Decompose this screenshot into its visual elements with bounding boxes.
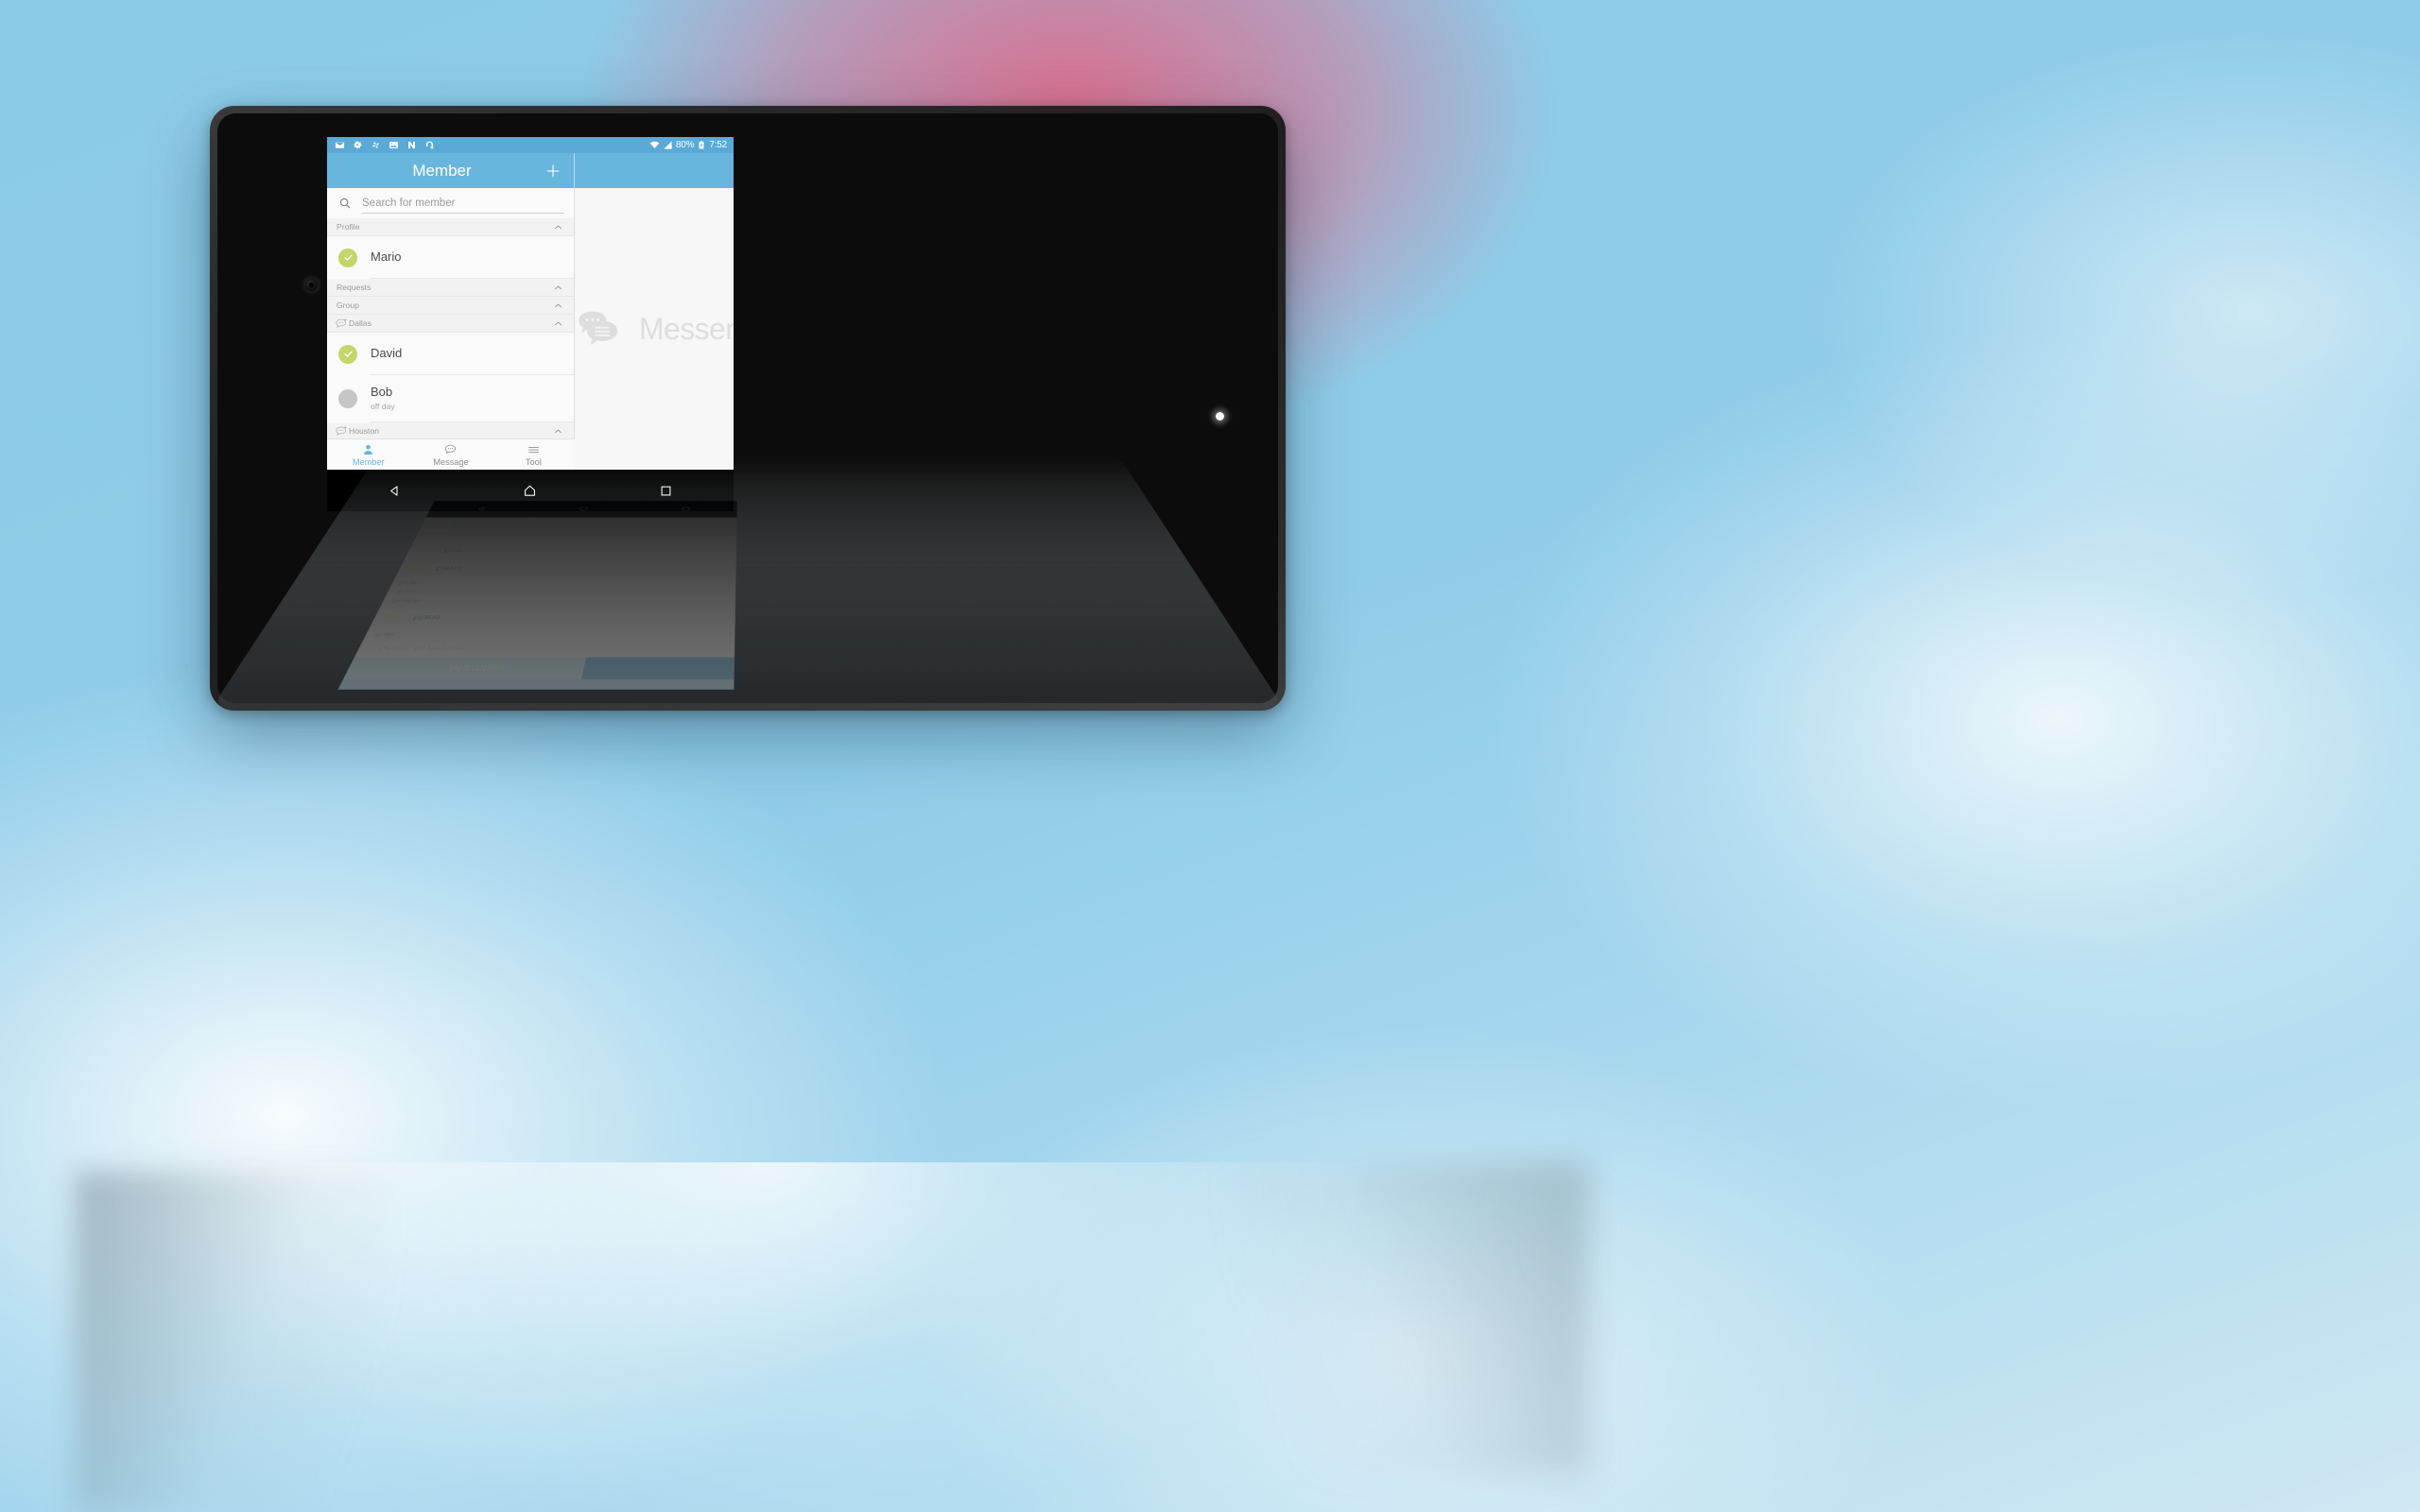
pinwheel-icon [372,142,379,148]
chevron-up-icon [555,302,562,307]
clock-label: 7:52 [709,140,727,150]
search-icon [339,198,351,209]
tab-label: Message [433,456,469,467]
chevron-up-icon [555,224,562,229]
member-list: Profile Mario Requests Group Dallas Davi… [327,218,574,438]
list-item-info: Bob off day [371,375,574,422]
tab-label: Tool [525,456,542,467]
battery-charging-icon [699,141,704,149]
group-header-dallas[interactable]: Dallas [327,315,574,333]
section-label: Requests [337,283,372,292]
chat-add-icon [336,425,347,436]
search-row [327,188,574,218]
wifi-icon [649,141,660,148]
app-bar-right [575,153,734,188]
member-name: David [371,345,403,360]
scene: 80% 7:52 Member Search for member Profil… [0,0,2420,1512]
add-member-button[interactable] [532,162,574,180]
status-led-icon [1216,412,1224,421]
avatar [338,344,357,364]
messenger-placeholder: Messenger [575,308,734,350]
menu-lines-icon [527,446,539,453]
check-circle-icon [343,351,353,357]
tab-message[interactable]: Message [409,439,492,470]
photo-icon [389,142,398,148]
section-header-requests[interactable]: Requests [327,279,574,297]
avatar [338,389,357,408]
list-item[interactable]: Mario [327,236,574,279]
group-label: Dallas [349,318,372,328]
messenger-logo-text: Messenger [639,311,734,346]
android-nav-bar [327,470,734,511]
recents-square-icon[interactable] [658,483,674,499]
front-camera-icon [305,279,318,291]
list-item-info: Mario [371,236,574,279]
section-label: Group [337,301,359,310]
detail-pane: Messenger [575,188,734,470]
chevron-up-icon [555,284,562,289]
battery-percent-label: 80% [675,140,695,150]
chat-add-icon [336,318,347,328]
section-header-profile[interactable]: Profile [327,218,574,236]
status-bar-notifications [335,140,649,150]
messenger-bubbles-icon [579,311,618,346]
section-header-group[interactable]: Group [327,297,574,315]
tab-member[interactable]: Member [327,439,409,470]
status-bar: 80% 7:52 [327,137,734,153]
chevron-up-icon [555,320,562,325]
plus-icon [546,164,560,177]
avatar [338,248,357,267]
mail-icon [335,142,345,148]
status-bar-system: 80% 7:52 [649,140,727,150]
bottom-tab-bar: Member Message Tool [327,438,575,470]
member-name: Bob [371,384,393,399]
member-name: Mario [371,249,402,264]
check-circle-icon [343,254,353,261]
chat-bubble-icon [445,444,457,454]
back-triangle-icon[interactable] [387,483,403,499]
member-status: off day [371,402,395,412]
headset-icon [425,141,434,149]
search-input[interactable] [362,197,564,209]
person-icon [364,444,373,455]
n-icon [408,141,415,149]
list-item[interactable]: David [327,333,574,375]
group-label: Houston [349,426,380,436]
chevron-up-icon [555,428,562,433]
tab-label: Member [352,456,385,467]
group-header-houston[interactable]: Houston [327,422,574,438]
device-screen: 80% 7:52 Member Search for member Profil… [327,137,734,470]
signal-icon [664,141,672,149]
avast-icon [353,141,362,149]
list-item[interactable]: Bob off day [327,375,574,422]
search-field-wrap [362,193,564,214]
page-title: Member [412,161,472,180]
member-list-pane: Profile Mario [327,188,575,470]
app-bar-left: Member [327,153,575,188]
section-label: Profile [337,222,360,232]
content-split: Profile Mario [327,188,734,470]
home-pentagon-icon[interactable] [522,483,538,499]
list-item-info: David [371,333,574,375]
tab-tool[interactable]: Tool [493,439,575,470]
app-bar: Member [327,153,734,188]
